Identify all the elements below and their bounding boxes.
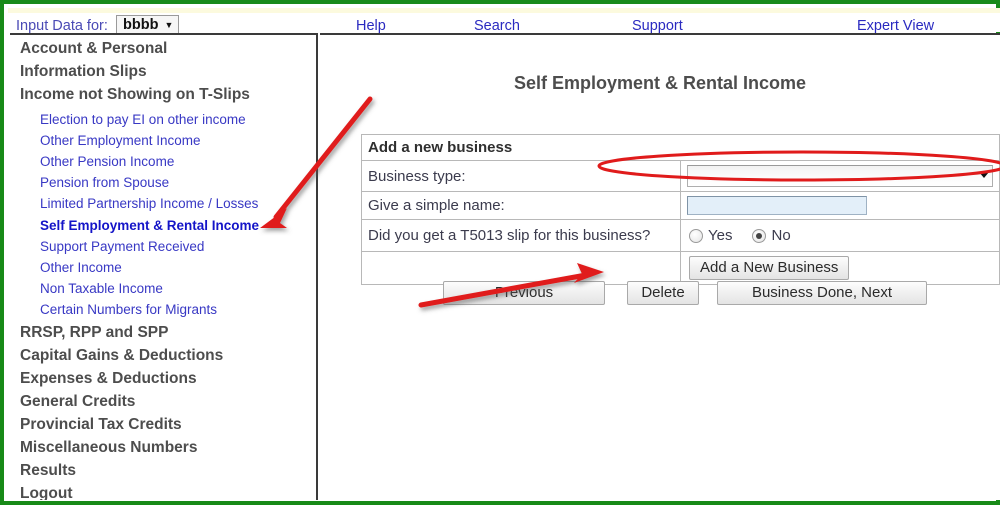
sidebar-item-rrsp-rpp-and-spp[interactable]: RRSP, RPP and SPP bbox=[20, 324, 168, 342]
business-type-cell bbox=[680, 160, 1000, 192]
business-type-select[interactable] bbox=[687, 165, 993, 187]
simple-name-cell bbox=[680, 191, 1000, 220]
add-a-new-business-button[interactable]: Add a New Business bbox=[689, 256, 850, 280]
sidebar-item-provincial-tax-credits[interactable]: Provincial Tax Credits bbox=[20, 416, 182, 434]
delete-button[interactable]: Delete bbox=[627, 281, 699, 305]
sidebar-item-account-and-personal[interactable]: Account & Personal bbox=[20, 40, 167, 58]
sidebar-item-pension-from-spouse[interactable]: Pension from Spouse bbox=[40, 175, 169, 190]
nav-link-expert-view[interactable]: Expert View bbox=[857, 18, 934, 34]
sidebar-item-other-pension-income[interactable]: Other Pension Income bbox=[40, 154, 174, 169]
sidebar-item-non-taxable-income[interactable]: Non Taxable Income bbox=[40, 281, 163, 296]
sidebar-item-support-payment-received[interactable]: Support Payment Received bbox=[40, 239, 204, 254]
nav-link-help[interactable]: Help bbox=[356, 18, 386, 34]
add-business-row: Add a New Business bbox=[361, 251, 1000, 285]
add-business-empty-cell bbox=[361, 251, 681, 285]
sidebar-item-information-slips[interactable]: Information Slips bbox=[20, 63, 147, 81]
simple-name-input[interactable] bbox=[687, 196, 867, 215]
sidebar-item-results[interactable]: Results bbox=[20, 462, 76, 480]
form-section-header-row: Add a new business bbox=[361, 134, 1000, 161]
previous-button[interactable]: Previous bbox=[443, 281, 605, 305]
nav-link-support[interactable]: Support bbox=[632, 18, 683, 34]
sidebar-item-other-employment-income[interactable]: Other Employment Income bbox=[40, 133, 201, 148]
chevron-down-icon: ▼ bbox=[164, 20, 174, 30]
business-done-next-button[interactable]: Business Done, Next bbox=[717, 281, 927, 305]
business-type-label: Business type: bbox=[361, 160, 681, 192]
t5013-cell: Yes No bbox=[680, 219, 1000, 252]
simple-name-row: Give a simple name: bbox=[361, 191, 1000, 220]
nav-link-search[interactable]: Search bbox=[474, 18, 520, 34]
sidebar-item-certain-numbers-for-migrants[interactable]: Certain Numbers for Migrants bbox=[40, 302, 217, 317]
t5013-radio-yes[interactable] bbox=[689, 228, 703, 243]
input-data-for-label: Input Data for: bbox=[16, 18, 108, 34]
sidebar-navigation: Account & Personal Information Slips Incom… bbox=[10, 33, 318, 500]
top-navigation-inner: Input Data for: bbbb ▼ Help Search Suppo… bbox=[8, 13, 1000, 35]
sidebar-item-other-income[interactable]: Other Income bbox=[40, 260, 122, 275]
t5013-radio-no[interactable] bbox=[752, 228, 767, 243]
main-content: Self Employment & Rental Income Add a ne… bbox=[320, 33, 1000, 500]
profile-select-value: bbbb bbox=[123, 17, 159, 33]
sidebar-item-limited-partnership-income-losses[interactable]: Limited Partnership Income / Losses bbox=[40, 196, 258, 211]
page-title: Self Employment & Rental Income bbox=[513, 73, 807, 93]
sidebar-item-expenses-and-deductions[interactable]: Expenses & Deductions bbox=[20, 370, 197, 388]
simple-name-label: Give a simple name: bbox=[361, 191, 681, 220]
section-header-cell: Add a new business bbox=[361, 134, 1000, 161]
add-business-cell: Add a New Business bbox=[680, 251, 1000, 285]
sidebar-item-miscellaneous-numbers[interactable]: Miscellaneous Numbers bbox=[20, 439, 197, 457]
t5013-row: Did you get a T5013 slip for this busine… bbox=[361, 219, 1000, 252]
t5013-label: Did you get a T5013 slip for this busine… bbox=[361, 219, 681, 252]
add-new-business-form: Add a new business Business type: Give a… bbox=[361, 134, 1000, 285]
app-window: Input Data for: bbbb ▼ Help Search Suppo… bbox=[0, 0, 1000, 505]
sidebar-item-capital-gains-and-deductions[interactable]: Capital Gains & Deductions bbox=[20, 347, 223, 365]
t5013-radio-no-label: No bbox=[771, 227, 791, 244]
sidebar-item-general-credits[interactable]: General Credits bbox=[20, 393, 135, 411]
t5013-radio-yes-label: Yes bbox=[708, 227, 733, 244]
profile-select[interactable]: bbbb ▼ bbox=[116, 15, 180, 35]
sidebar-item-logout[interactable]: Logout bbox=[20, 485, 73, 500]
sidebar-item-self-employment-and-rental-income[interactable]: Self Employment & Rental Income bbox=[40, 218, 259, 233]
business-type-row: Business type: bbox=[361, 160, 1000, 192]
t5013-radio-group: Yes No bbox=[687, 224, 993, 247]
footer-button-bar: Previous Delete Business Done, Next bbox=[361, 281, 1000, 311]
sidebar-item-income-not-showing-on-t-slips[interactable]: Income not Showing on T-Slips bbox=[20, 86, 250, 104]
top-navigation-bar: Input Data for: bbbb ▼ Help Search Suppo… bbox=[8, 8, 1000, 35]
dropdown-arrow-icon bbox=[979, 172, 989, 178]
sidebar-item-election-to-pay-ei-on-other-income[interactable]: Election to pay EI on other income bbox=[40, 112, 246, 127]
